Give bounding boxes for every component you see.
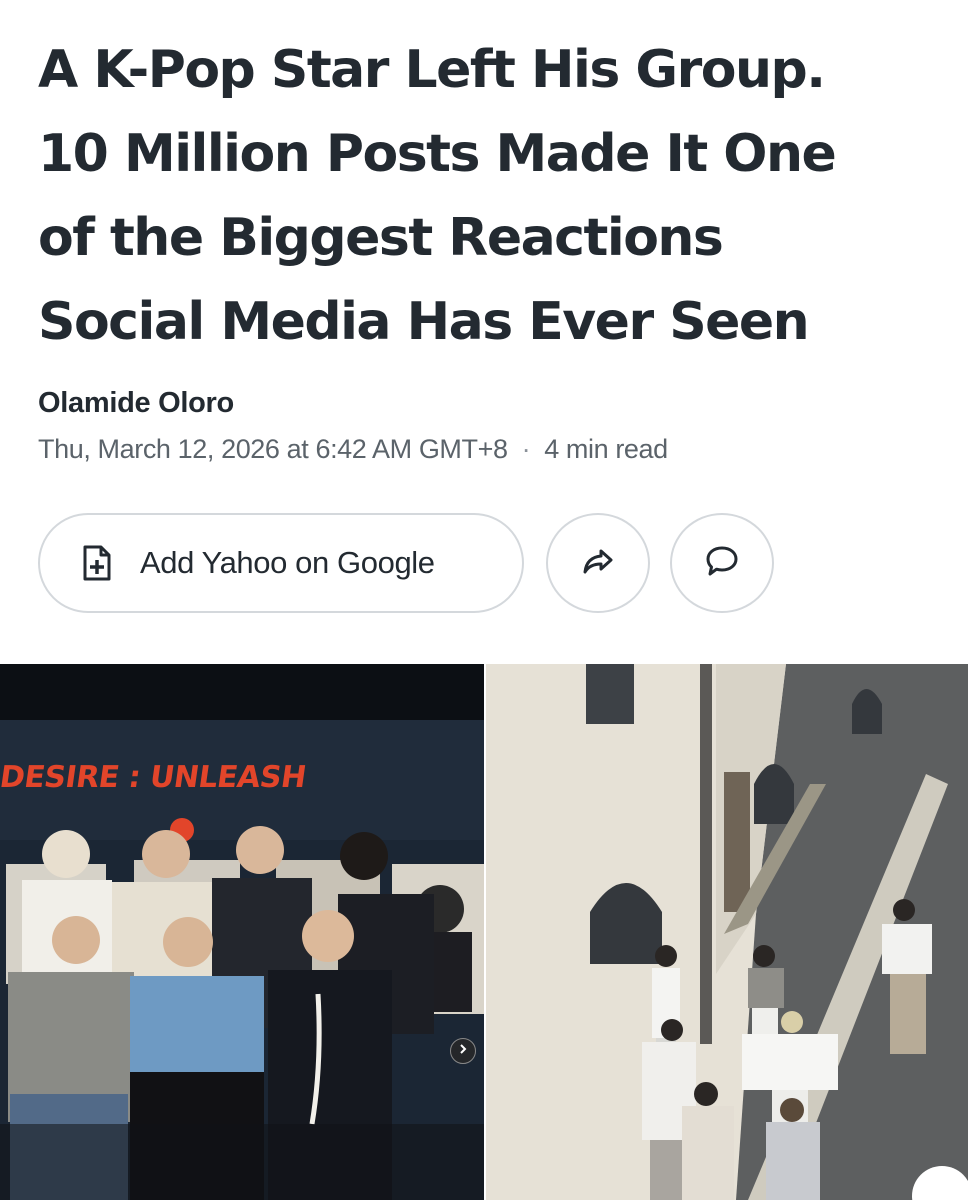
carousel-next-button[interactable]: [450, 1038, 476, 1064]
article-headline: A K-Pop Star Left His Group. 10 Million …: [38, 28, 938, 364]
read-time: 4 min read: [544, 434, 668, 464]
share-arrow-icon: [582, 547, 614, 580]
comment-button[interactable]: [670, 513, 774, 613]
share-button[interactable]: [546, 513, 650, 613]
article-meta: Thu, March 12, 2026 at 6:42 AM GMT+8 · 4 m…: [38, 434, 668, 465]
comment-bubble-icon: [705, 545, 739, 582]
chevron-right-icon: [457, 1042, 469, 1060]
add-yahoo-on-google-label: Add Yahoo on Google: [140, 545, 435, 580]
meta-separator: ·: [521, 434, 531, 464]
headline-line: A K-Pop Star Left His Group.: [38, 40, 826, 100]
headline-line: Social Media Has Ever Seen: [38, 292, 810, 352]
article-photo-collage: DESIRE : UNLEASH: [0, 664, 968, 1200]
add-document-icon: [82, 545, 112, 581]
headline-line: of the Biggest Reactions: [38, 208, 724, 268]
publish-date: Thu, March 12, 2026 at 6:42 AM GMT+8: [38, 434, 508, 464]
headline-line: 10 Million Posts Made It One: [38, 124, 837, 184]
group-press-photo[interactable]: DESIRE : UNLEASH: [0, 664, 484, 1200]
author-name[interactable]: Olamide Oloro: [38, 387, 234, 420]
group-outdoor-photo[interactable]: [486, 664, 968, 1200]
event-banner-text: DESIRE : UNLEASH: [0, 760, 309, 795]
add-yahoo-on-google-button[interactable]: Add Yahoo on Google: [38, 513, 524, 613]
